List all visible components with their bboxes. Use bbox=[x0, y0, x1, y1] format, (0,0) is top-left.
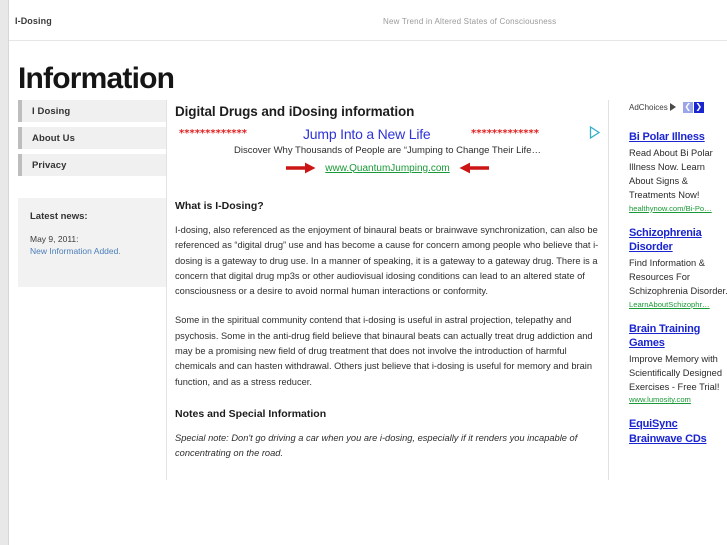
paragraph-2: Some in the spiritual community contend … bbox=[175, 315, 593, 387]
latest-news-heading: Latest news: bbox=[30, 211, 88, 222]
ad-title-link[interactable]: Bi Polar Illness bbox=[629, 130, 727, 145]
sidebar-item-about-us[interactable]: About Us bbox=[18, 127, 166, 149]
ad-stars-right: ************* bbox=[471, 128, 539, 139]
ad-subline: Discover Why Thousands of People are “Ju… bbox=[234, 145, 541, 156]
adchoices-triangle-glyph bbox=[589, 126, 601, 139]
adchoices-triangle-icon[interactable] bbox=[669, 103, 676, 111]
ad-title-link[interactable]: Brain Training Games bbox=[629, 322, 727, 351]
ad-unit[interactable]: Bi Polar Illness Read About Bi Polar Ill… bbox=[629, 130, 727, 215]
ad-domain-link[interactable]: www.lumosity.com bbox=[629, 394, 727, 406]
paragraph-1: I-dosing, also referenced as the enjoyme… bbox=[175, 225, 599, 297]
sidebar-item-label: Privacy bbox=[32, 159, 67, 171]
ad-domain-link[interactable]: LearnAboutSchizophr… bbox=[629, 299, 727, 311]
sidebar-item-privacy[interactable]: Privacy bbox=[18, 154, 166, 176]
ad-body-text: Read About Bi Polar Illness Now. Learn A… bbox=[629, 147, 713, 201]
content-columns: I Dosing About Us Privacy Latest news: M… bbox=[9, 100, 727, 545]
site-tagline: New Trend in Altered States of Conscious… bbox=[383, 17, 557, 26]
left-arrow-icon bbox=[459, 162, 489, 174]
right-column-divider bbox=[608, 100, 609, 480]
sidebar-item-i-dosing[interactable]: I Dosing bbox=[18, 100, 166, 122]
adchoices-bar: AdChoices ❮ ❯ bbox=[629, 100, 727, 114]
right-ad-column: AdChoices ❮ ❯ Bi Polar Illness Read Abou… bbox=[629, 100, 727, 457]
left-sidebar: I Dosing About Us Privacy Latest news: M… bbox=[18, 100, 166, 287]
left-column-divider bbox=[166, 100, 167, 480]
ad-headline[interactable]: Jump Into a New Life bbox=[303, 126, 431, 142]
adchoices-label[interactable]: AdChoices bbox=[629, 103, 668, 112]
site-header: I-Dosing New Trend in Altered States of … bbox=[9, 0, 727, 41]
sidebar-nav: I Dosing About Us Privacy bbox=[18, 100, 166, 176]
ad-body-text: Find Information & Resources For Schizop… bbox=[629, 257, 727, 297]
right-arrow-icon bbox=[286, 162, 316, 174]
ad-title-link[interactable]: Schizophrenia Disorder bbox=[629, 226, 727, 255]
article-title: Digital Drugs and iDosing information bbox=[175, 104, 415, 119]
page-left-edge-strip bbox=[0, 0, 9, 545]
page-title: Information bbox=[18, 62, 175, 95]
ad-next-button[interactable]: ❯ bbox=[693, 101, 704, 113]
latest-news-box: Latest news: May 9, 2011: New Informatio… bbox=[18, 198, 166, 287]
ad-domain-link[interactable]: healthynow.com/Bi-Po… bbox=[629, 203, 727, 215]
latest-news-link[interactable]: New Information Added. bbox=[30, 245, 154, 257]
ad-url-link[interactable]: www.QuantumJumping.com bbox=[325, 163, 450, 174]
latest-news-date: May 9, 2011: bbox=[30, 234, 79, 244]
sidebar-item-label: I Dosing bbox=[32, 105, 71, 117]
main-content: Digital Drugs and iDosing information **… bbox=[175, 100, 601, 462]
ad-prev-button[interactable]: ❮ bbox=[682, 101, 693, 113]
ad-unit[interactable]: Schizophrenia Disorder Find Information … bbox=[629, 226, 727, 311]
section-heading-what-is-i-dosing: What is I-Dosing? bbox=[175, 200, 264, 212]
adchoices-triangle-icon[interactable] bbox=[589, 126, 601, 139]
ad-body-text: Improve Memory with Scientifically Desig… bbox=[629, 353, 723, 393]
ad-unit[interactable]: Brain Training Games Improve Memory with… bbox=[629, 322, 727, 407]
ad-stars-left: ************* bbox=[179, 128, 247, 139]
ad-url-row: www.QuantumJumping.com bbox=[175, 162, 600, 174]
sidebar-item-label: About Us bbox=[32, 132, 76, 144]
special-note-text: Special note: Don't go driving a car whe… bbox=[175, 432, 578, 459]
site-brand[interactable]: I-Dosing bbox=[15, 16, 52, 26]
ad-unit[interactable]: EquiSync Brainwave CDs bbox=[629, 417, 727, 446]
section-heading-notes: Notes and Special Information bbox=[175, 407, 327, 420]
page-container: I-Dosing New Trend in Altered States of … bbox=[9, 0, 727, 545]
inline-text-ad[interactable]: ************* ************* Jump Into a … bbox=[175, 126, 601, 182]
ad-title-link[interactable]: EquiSync Brainwave CDs bbox=[629, 417, 727, 446]
ad-pager: ❮ ❯ bbox=[682, 101, 704, 113]
